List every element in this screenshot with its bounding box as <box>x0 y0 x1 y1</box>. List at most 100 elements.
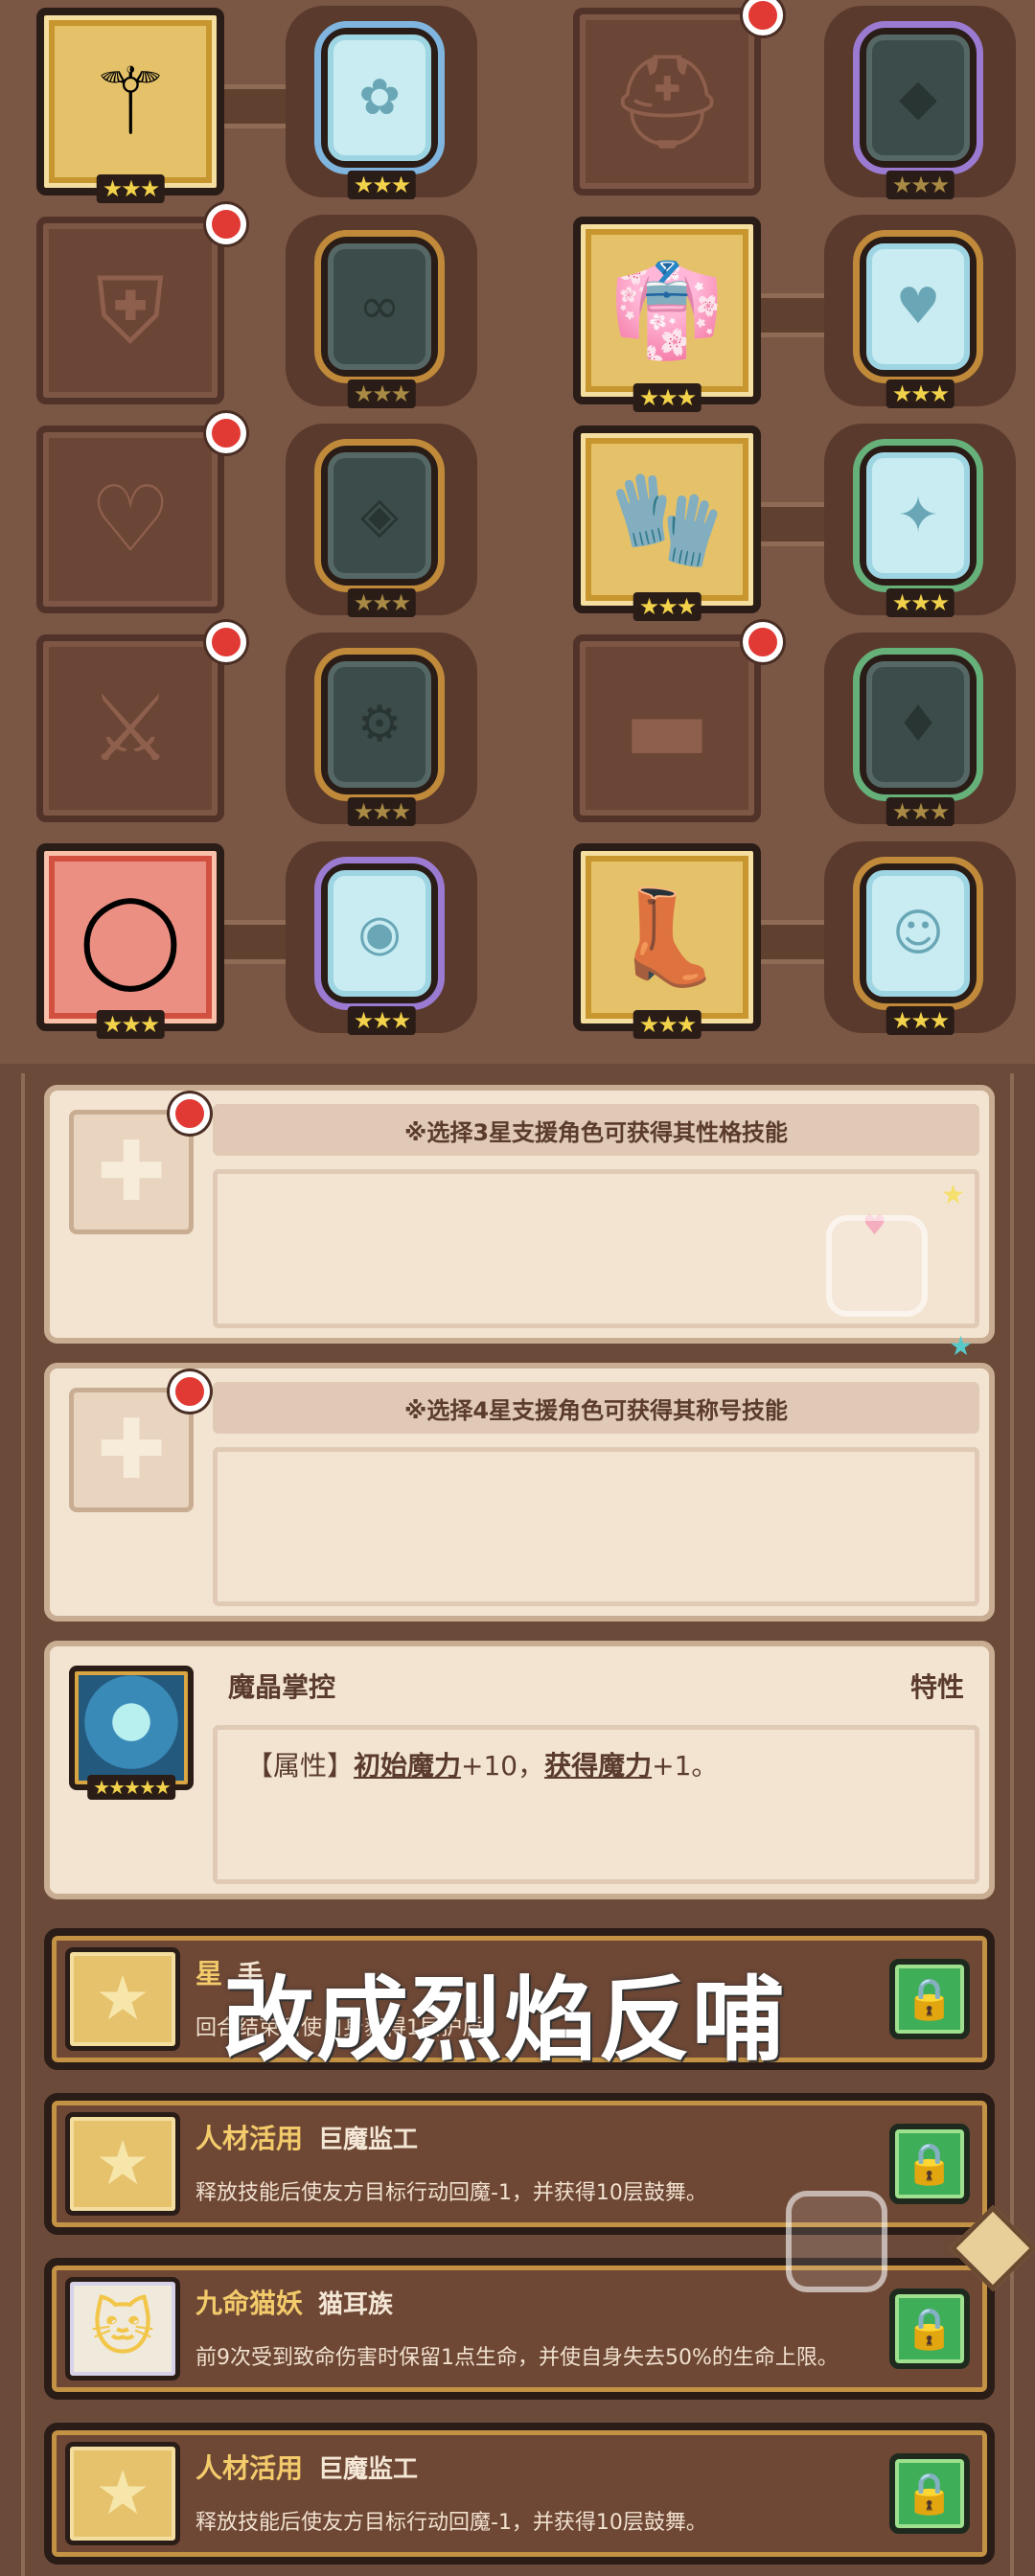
support-slot-4star: ✚ ※选择4星支援角色可获得其称号技能 <box>44 1363 995 1622</box>
skill-row[interactable]: ★ 人材活用 巨魔监工 释放技能后使友方目标行动回魔-1，并获得10层鼓舞。 🔒 <box>44 2423 995 2564</box>
equipment-row: ♡ ◈ ★★★ 🧤 ★★★ ✦ ★★★ <box>0 413 1035 627</box>
equipment-slot-boots[interactable]: 👢 ★★★ <box>573 843 761 1039</box>
equipment-stars: ★★★ <box>632 1010 702 1039</box>
sword-emblem-icon: ⚔ <box>88 675 172 782</box>
skill-description: 释放技能后使友方目标行动回魔-1，并获得10层鼓舞。 <box>196 2511 707 2535</box>
notification-dot <box>743 0 783 35</box>
attr-initial-mana[interactable]: 初始魔力 <box>354 1750 461 1782</box>
rune-gem-icon: ◈ <box>314 439 445 592</box>
notification-dot <box>206 204 246 244</box>
rune-slot[interactable]: ♥ ★★★ <box>824 215 1016 408</box>
overlay-caption: 改成烈焰反哺 <box>222 1966 786 2074</box>
character-portrait[interactable]: ★★★★★ <box>69 1666 194 1800</box>
notification-dot <box>170 1093 210 1134</box>
equipment-row: ◯ ★★★ ◉ ★★★ 👢 ★★★ ☺ ★★★ <box>0 836 1035 1045</box>
ring-icon: ◯ <box>79 884 182 991</box>
equipment-slot-sword-emblem[interactable]: ⚔ <box>36 622 246 822</box>
notification-dot <box>206 622 246 662</box>
rune-gem-icon: ◆ <box>853 21 983 174</box>
belt-icon: ▬ <box>623 675 711 782</box>
mace-icon: ⚚ <box>88 48 172 155</box>
rune-stars: ★★★ <box>347 588 416 617</box>
rune-gem-icon: ✿ <box>314 21 445 174</box>
skill-name: 九命猫妖 <box>196 2288 304 2319</box>
rune-slot[interactable]: ☺ ★★★ <box>824 841 1016 1035</box>
rune-gem-icon: ◉ <box>314 857 445 1010</box>
attr-gain-mana[interactable]: 获得魔力 <box>544 1750 652 1782</box>
rune-frame <box>314 648 445 801</box>
lock-icon: 🔒 <box>904 2305 955 2352</box>
rune-stars: ★★★ <box>886 797 954 826</box>
add-support-button[interactable]: ✚ <box>69 1093 210 1234</box>
equipment-slot-belt[interactable]: ▬ <box>573 622 783 822</box>
star-sparkle-icon: ★ <box>949 1330 974 1362</box>
add-support-button[interactable]: ✚ <box>69 1371 210 1512</box>
rune-gem-icon: ⚙ <box>314 648 445 801</box>
rune-frame <box>853 439 983 592</box>
rune-stars: ★★★ <box>886 380 954 408</box>
skill-source-tag: 巨魔监工 <box>318 2455 419 2484</box>
equipment-slot-gauntlet[interactable]: 🧤 ★★★ <box>573 426 761 621</box>
equipment-slot-robe[interactable]: 👘 ★★★ <box>573 217 761 412</box>
rune-slot[interactable]: ♦ ★★★ <box>824 632 1016 826</box>
desc-suffix: +1。 <box>652 1750 719 1782</box>
rune-gem-icon: ∞ <box>314 230 445 383</box>
plus-icon: ✚ <box>96 1402 167 1498</box>
rune-frame <box>314 439 445 592</box>
skill-description: 释放技能后使友方目标行动回魔-1，并获得10层鼓舞。 <box>196 2181 707 2205</box>
equipment-slot-shield[interactable]: ⛨ <box>36 204 246 404</box>
support-skill-area <box>213 1447 979 1606</box>
equipment-stars: ★★★ <box>96 1010 165 1039</box>
rune-gem-icon: ♥ <box>853 230 983 383</box>
support-hint: ※选择3星支援角色可获得其性格技能 <box>213 1104 979 1156</box>
lock-icon: 🔒 <box>904 1975 955 2022</box>
skill-icon: ★ <box>65 2112 180 2216</box>
equipment-grid: ⚚ ★★★ ✿ ★★★ ⛑ ◆ ★★★ ⛨ ∞ ★★★ 👘 ★★★ ♥ ★★★ ♡ ◈ ★★★ 🧤 ★★★ ✦ ★★★ ⚔… <box>0 0 1035 1064</box>
equipment-row: ⛨ ∞ ★★★ 👘 ★★★ ♥ ★★★ <box>0 204 1035 418</box>
rune-slot[interactable]: ⚙ ★★★ <box>286 632 477 826</box>
lock-button[interactable]: 🔒 <box>889 1959 970 2039</box>
star-sparkle-icon: ★ <box>941 1179 966 1210</box>
portrait-stars: ★★★★★ <box>87 1775 175 1800</box>
skill-name: 人材活用 <box>196 2452 304 2484</box>
gauntlet-icon: 🧤 <box>610 466 724 573</box>
rune-gem-icon: ✦ <box>853 439 983 592</box>
skill-description: 前9次受到致命伤害时保留1点生命，并使自身失去50%的生命上限。 <box>196 2346 839 2370</box>
equipment-row: ⚚ ★★★ ✿ ★★★ ⛑ ◆ ★★★ <box>0 0 1035 209</box>
equipment-slot-mace[interactable]: ⚚ ★★★ <box>36 8 224 203</box>
helmet-icon: ⛑ <box>609 48 725 155</box>
trait-badge: 特性 <box>909 1671 964 1703</box>
equipment-slot-helmet[interactable]: ⛑ <box>573 0 783 196</box>
boots-icon: 👢 <box>610 884 724 991</box>
lock-icon: 🔒 <box>904 2470 955 2517</box>
rune-slot[interactable]: ∞ ★★★ <box>286 215 477 408</box>
equipment-slot-ring[interactable]: ◯ ★★★ <box>36 843 224 1039</box>
lock-icon: 🔒 <box>904 2140 955 2187</box>
equipment-slot-amulet[interactable]: ♡ <box>36 413 246 613</box>
rune-slot[interactable]: ✦ ★★★ <box>824 424 1016 617</box>
rune-frame <box>853 21 983 174</box>
lock-button[interactable]: 🔒 <box>889 2124 970 2204</box>
robe-icon: 👘 <box>610 257 724 364</box>
trait-title: 魔晶掌控 <box>228 1671 336 1703</box>
rune-stars: ★★★ <box>347 380 416 408</box>
equipment-stars: ★★★ <box>96 174 165 203</box>
floating-assist-button[interactable] <box>786 2191 887 2292</box>
rune-slot[interactable]: ◆ ★★★ <box>824 6 1016 199</box>
support-hint: ※选择4星支援角色可获得其称号技能 <box>213 1382 979 1434</box>
rune-stars: ★★★ <box>347 797 416 826</box>
lock-button[interactable]: 🔒 <box>889 2288 970 2369</box>
lock-button[interactable]: 🔒 <box>889 2453 970 2534</box>
rune-gem-icon: ☺ <box>853 857 983 1010</box>
rune-slot[interactable]: ✿ ★★★ <box>286 6 477 199</box>
rune-slot[interactable]: ◉ ★★★ <box>286 841 477 1035</box>
skill-source-tag: 猫耳族 <box>318 2290 394 2319</box>
rune-slot[interactable]: ◈ ★★★ <box>286 424 477 617</box>
notification-dot <box>206 413 246 453</box>
rune-stars: ★★★ <box>886 588 954 617</box>
rune-frame <box>314 21 445 174</box>
amulet-icon: ♡ <box>88 466 172 573</box>
rune-frame <box>314 230 445 383</box>
floating-assist-button[interactable] <box>826 1215 928 1317</box>
rune-gem-icon: ♦ <box>853 648 983 801</box>
